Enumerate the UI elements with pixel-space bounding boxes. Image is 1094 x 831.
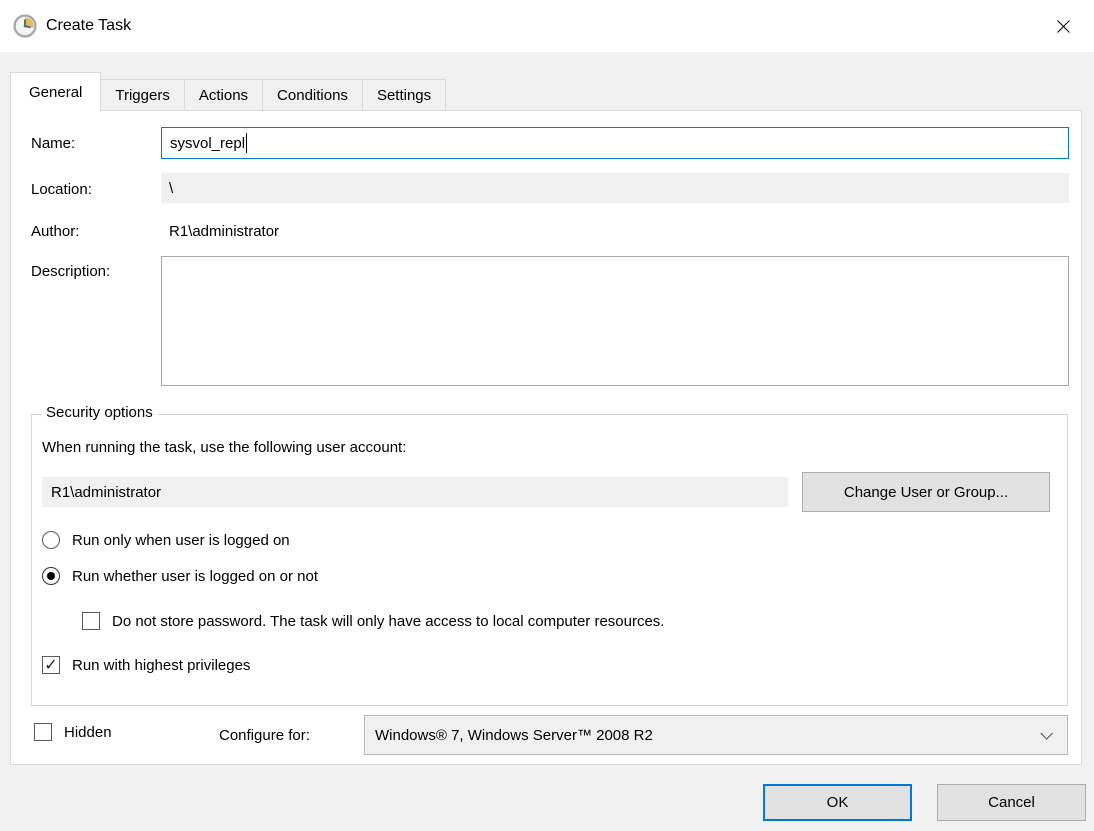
radio-selected-icon[interactable] — [42, 567, 60, 585]
ok-button[interactable]: OK — [763, 784, 912, 821]
cancel-button[interactable]: Cancel — [937, 784, 1086, 821]
change-user-button-label: Change User or Group... — [844, 484, 1008, 501]
tab-strip: General Triggers Actions Conditions Sett… — [10, 72, 446, 111]
author-label: Author: — [31, 223, 79, 240]
account-prompt: When running the task, use the following… — [42, 439, 406, 456]
tab-settings-label: Settings — [377, 87, 431, 104]
configure-for-label: Configure for: — [219, 727, 310, 744]
checkbox-unchecked-icon[interactable] — [82, 612, 100, 630]
user-account-field: R1\administrator — [42, 477, 788, 507]
checkbox-hidden[interactable]: Hidden — [34, 723, 112, 741]
radio-run-only-logged-on[interactable]: Run only when user is logged on — [42, 531, 290, 549]
checkbox-do-not-store-password-label: Do not store password. The task will onl… — [112, 613, 664, 630]
author-value: R1\administrator — [169, 223, 279, 240]
tab-triggers[interactable]: Triggers — [101, 79, 184, 111]
tab-conditions-label: Conditions — [277, 87, 348, 104]
radio-run-only-logged-on-label: Run only when user is logged on — [72, 532, 290, 549]
checkbox-run-highest-privileges-label: Run with highest privileges — [72, 657, 250, 674]
hidden-checkbox-icon[interactable] — [34, 723, 52, 741]
checkbox-hidden-label: Hidden — [64, 724, 112, 741]
radio-run-whether-logged-on-label: Run whether user is logged on or not — [72, 568, 318, 585]
security-options-group: Security options When running the task, … — [31, 414, 1068, 706]
title-bar: Create Task — [0, 0, 1094, 52]
ok-button-label: OK — [827, 794, 849, 811]
tab-actions[interactable]: Actions — [185, 79, 263, 111]
tab-conditions[interactable]: Conditions — [263, 79, 363, 111]
description-textarea[interactable] — [161, 256, 1069, 386]
description-label: Description: — [31, 263, 110, 280]
tab-general[interactable]: General — [10, 72, 101, 111]
close-button[interactable] — [1032, 0, 1094, 52]
tab-actions-label: Actions — [199, 87, 248, 104]
location-value-field: \ — [161, 173, 1069, 203]
window-title: Create Task — [46, 17, 131, 35]
configure-for-value: Windows® 7, Windows Server™ 2008 R2 — [375, 727, 1040, 744]
radio-run-whether-logged-on[interactable]: Run whether user is logged on or not — [42, 567, 318, 585]
user-account-value: R1\administrator — [51, 484, 161, 501]
cancel-button-label: Cancel — [988, 794, 1035, 811]
tab-settings[interactable]: Settings — [363, 79, 446, 111]
text-caret — [246, 133, 247, 153]
task-name-input[interactable]: sysvol_repl — [161, 127, 1069, 159]
checkbox-do-not-store-password[interactable]: Do not store password. The task will onl… — [82, 612, 664, 630]
security-options-title: Security options — [41, 404, 158, 421]
change-user-or-group-button[interactable]: Change User or Group... — [802, 472, 1050, 512]
tab-general-label: General — [29, 84, 82, 101]
general-tab-page: Name: sysvol_repl Location: \ Author: R1… — [10, 110, 1082, 765]
task-scheduler-clock-icon — [13, 14, 37, 38]
task-name-value: sysvol_repl — [170, 135, 245, 152]
tab-triggers-label: Triggers — [115, 87, 169, 104]
location-label: Location: — [31, 181, 92, 198]
name-label: Name: — [31, 135, 75, 152]
location-value: \ — [169, 180, 173, 197]
dialog-body: General Triggers Actions Conditions Sett… — [0, 52, 1094, 831]
configure-for-dropdown[interactable]: Windows® 7, Windows Server™ 2008 R2 — [364, 715, 1068, 755]
dialog-footer: OK Cancel — [0, 765, 1094, 831]
chevron-down-icon — [1040, 727, 1053, 740]
radio-unselected-icon[interactable] — [42, 531, 60, 549]
checkbox-checked-icon[interactable] — [42, 656, 60, 674]
checkbox-run-highest-privileges[interactable]: Run with highest privileges — [42, 656, 250, 674]
